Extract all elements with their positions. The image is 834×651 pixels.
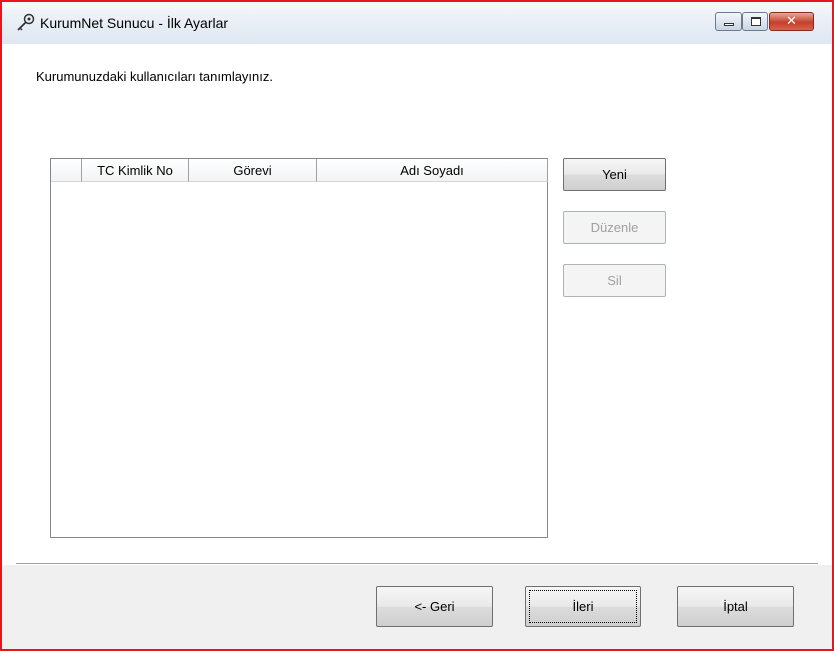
- main-window: KurumNet Sunucu - İlk Ayarlar ✕ Kurumunu…: [0, 0, 834, 651]
- delete-button[interactable]: Sil: [563, 264, 666, 297]
- column-header-gorevi[interactable]: Görevi: [189, 159, 317, 182]
- title-bar[interactable]: KurumNet Sunucu - İlk Ayarlar ✕: [2, 2, 832, 44]
- key-wrench-icon: [17, 13, 35, 31]
- back-button[interactable]: <- Geri: [376, 586, 493, 627]
- maximize-icon: [751, 17, 761, 26]
- user-list[interactable]: TC Kimlik No Görevi Adı Soyadı: [50, 158, 548, 538]
- minimize-icon: [724, 23, 734, 26]
- cancel-button[interactable]: İptal: [677, 586, 794, 627]
- instruction-text: Kurumunuzdaki kullanıcıları tanımlayınız…: [36, 69, 273, 84]
- close-button[interactable]: ✕: [769, 12, 814, 31]
- edit-button[interactable]: Düzenle: [563, 211, 666, 244]
- window-title: KurumNet Sunucu - İlk Ayarlar: [40, 15, 229, 31]
- new-button[interactable]: Yeni: [563, 158, 666, 191]
- user-list-header: TC Kimlik No Görevi Adı Soyadı: [51, 159, 548, 183]
- column-header-tc-kimlik-no[interactable]: TC Kimlik No: [82, 159, 189, 182]
- focus-ring: [529, 590, 637, 623]
- maximize-button[interactable]: [742, 12, 768, 31]
- column-header-blank[interactable]: [51, 159, 82, 182]
- minimize-button[interactable]: [715, 12, 742, 31]
- close-icon: ✕: [786, 14, 797, 29]
- next-button[interactable]: İleri: [525, 586, 641, 627]
- column-header-adi-soyadi[interactable]: Adı Soyadı: [317, 159, 548, 182]
